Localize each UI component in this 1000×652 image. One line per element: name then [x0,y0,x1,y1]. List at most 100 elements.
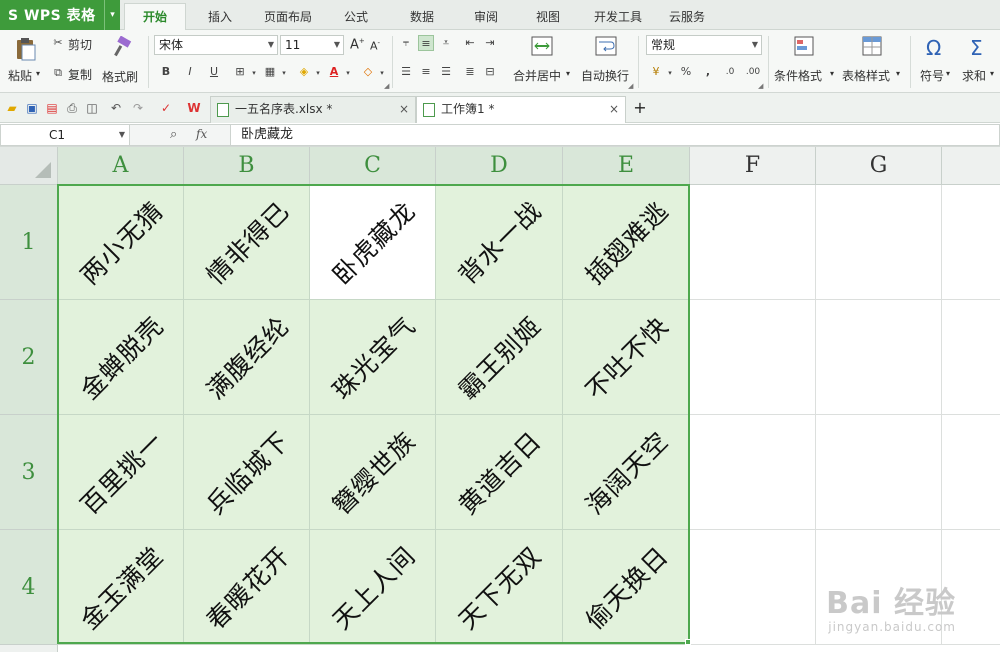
chevron-down-icon[interactable]: ▾ [946,69,950,78]
cell-c1[interactable]: 卧虎藏龙 [310,185,436,300]
column-header-g[interactable]: G [816,147,942,185]
redo-icon[interactable]: ↷ [130,100,146,116]
increase-decimal-button[interactable]: .0 [720,64,740,80]
export-pdf-icon[interactable]: ▤ [44,100,60,116]
close-icon[interactable]: × [399,97,409,122]
column-header-h[interactable] [942,147,1000,185]
cell-d4[interactable]: 天下无双 [436,530,563,645]
tab-cloud[interactable]: 云服务 [660,4,714,30]
shrink-font-button[interactable]: A- [370,39,380,53]
cell-g3[interactable] [816,415,942,530]
chevron-down-icon[interactable]: ▾ [566,69,570,78]
column-header-a[interactable]: A [58,147,184,185]
distributed-icon[interactable]: ⊟ [482,64,498,80]
merge-center-button[interactable]: 合并居中 ▾ [510,34,574,88]
cell-h2[interactable] [942,300,1000,415]
cell-h4[interactable] [942,530,1000,645]
row-header-3[interactable]: 3 [0,415,58,530]
cell-e1[interactable]: 插翅难逃 [563,185,690,300]
cell-e4[interactable]: 偷天换日 [563,530,690,645]
cell-b4[interactable]: 春暖花开 [184,530,310,645]
chevron-down-icon[interactable]: ▾ [246,65,262,81]
underline-button[interactable]: U [206,64,222,80]
row-header-2[interactable]: 2 [0,300,58,415]
cell-c2[interactable]: 珠光宝气 [310,300,436,415]
cell-f4[interactable] [690,530,816,645]
wrap-text-button[interactable]: 自动换行 [578,34,634,88]
tab-view[interactable]: 视图 [522,4,574,30]
cell-f3[interactable] [690,415,816,530]
cell-d2[interactable]: 霸王别姬 [436,300,563,415]
justify-icon[interactable]: ≣ [462,64,478,80]
print-icon[interactable]: ⎙ [64,100,80,116]
chevron-down-icon[interactable]: ▾ [662,65,678,81]
formula-input[interactable]: 卧虎藏龙 [230,124,1000,146]
cell-g4[interactable] [816,530,942,645]
format-painter-button[interactable]: 格式刷 [102,34,142,88]
column-header-e[interactable]: E [563,147,690,185]
tab-insert[interactable]: 插入 [194,4,246,30]
cell-d1[interactable]: 背水一战 [436,185,563,300]
tab-data[interactable]: 数据 [396,4,448,30]
chevron-down-icon[interactable]: ▾ [340,65,356,81]
cell-h3[interactable] [942,415,1000,530]
thousands-button[interactable]: , [700,64,716,80]
app-menu-caret-icon[interactable]: ▾ [104,0,120,30]
tab-page-layout[interactable]: 页面布局 [256,4,320,30]
print-preview-icon[interactable]: ◫ [84,100,100,116]
sum-button[interactable]: Σ 求和 ▾ [960,34,1000,88]
tab-developer[interactable]: 开发工具 [586,4,650,30]
number-dialog-launcher-icon[interactable]: ◢ [758,82,763,90]
cell-f1[interactable] [690,185,816,300]
symbol-button[interactable]: Ω 符号 ▾ [916,34,956,88]
number-format-select[interactable]: 常规 ▼ [646,35,762,55]
cell-f2[interactable] [690,300,816,415]
cell-b2[interactable]: 满腹经纶 [184,300,310,415]
chevron-down-icon[interactable]: ▾ [374,65,390,81]
copy-button[interactable]: ⧉ 复制 [50,65,100,83]
cell-b3[interactable]: 兵临城下 [184,415,310,530]
paste-dropdown-icon[interactable]: ▾ [36,69,40,78]
paste-button[interactable]: 粘贴 ▾ [6,34,46,88]
table-style-button[interactable]: 表格样式 ▾ [840,34,904,88]
cell-g1[interactable] [816,185,942,300]
align-bottom-icon[interactable]: ⩡ [438,35,454,51]
close-icon[interactable]: × [609,97,619,122]
undo-icon[interactable]: ↶ [108,100,124,116]
align-center-icon[interactable]: ≡ [418,64,434,80]
font-size-select[interactable]: 11 ▼ [280,35,344,55]
column-header-c[interactable]: C [310,147,436,185]
cell-h1[interactable] [942,185,1000,300]
align-dialog-launcher-icon[interactable]: ◢ [628,82,633,90]
customize-toolbar-icon[interactable]: ✓ [158,100,174,116]
cut-button[interactable]: ✂ 剪切 [50,35,100,53]
save-icon[interactable]: ▣ [24,100,40,116]
cell-a2[interactable]: 金蝉脱壳 [58,300,184,415]
row-header-5[interactable] [0,645,58,652]
doc-tab-ranking[interactable]: 一五名序表.xlsx * × [210,96,416,123]
percent-button[interactable]: % [678,64,694,80]
cell-a3[interactable]: 百里挑一 [58,415,184,530]
decrease-indent-icon[interactable]: ⇤ [462,35,478,51]
cell-a1[interactable]: 两小无猜 [58,185,184,300]
grow-font-button[interactable]: A+ [350,37,365,52]
decrease-decimal-button[interactable]: .00 [742,64,764,80]
tab-review[interactable]: 审阅 [460,4,512,30]
app-menu-button[interactable]: S WPS 表格 ▾ [0,0,120,30]
name-box[interactable]: C1 ▼ [0,124,130,146]
cell-a4[interactable]: 金玉满堂 [58,530,184,645]
cell-c3[interactable]: 簪缨世族 [310,415,436,530]
font-name-select[interactable]: 宋体 ▼ [154,35,278,55]
increase-indent-icon[interactable]: ⇥ [482,35,498,51]
chevron-down-icon[interactable]: ▾ [310,65,326,81]
conditional-format-button[interactable]: 条件格式 ▾ [774,34,836,88]
align-top-icon[interactable]: ⫧ [398,35,414,51]
cell-b1[interactable]: 情非得已 [184,185,310,300]
align-right-icon[interactable]: ☰ [438,64,454,80]
zoom-icon[interactable]: ⌕ [170,127,177,142]
column-header-d[interactable]: D [436,147,563,185]
chevron-down-icon[interactable]: ▾ [830,69,834,78]
chevron-down-icon[interactable]: ▾ [896,69,900,78]
select-all-button[interactable] [0,147,58,185]
font-dialog-launcher-icon[interactable]: ◢ [384,82,389,90]
